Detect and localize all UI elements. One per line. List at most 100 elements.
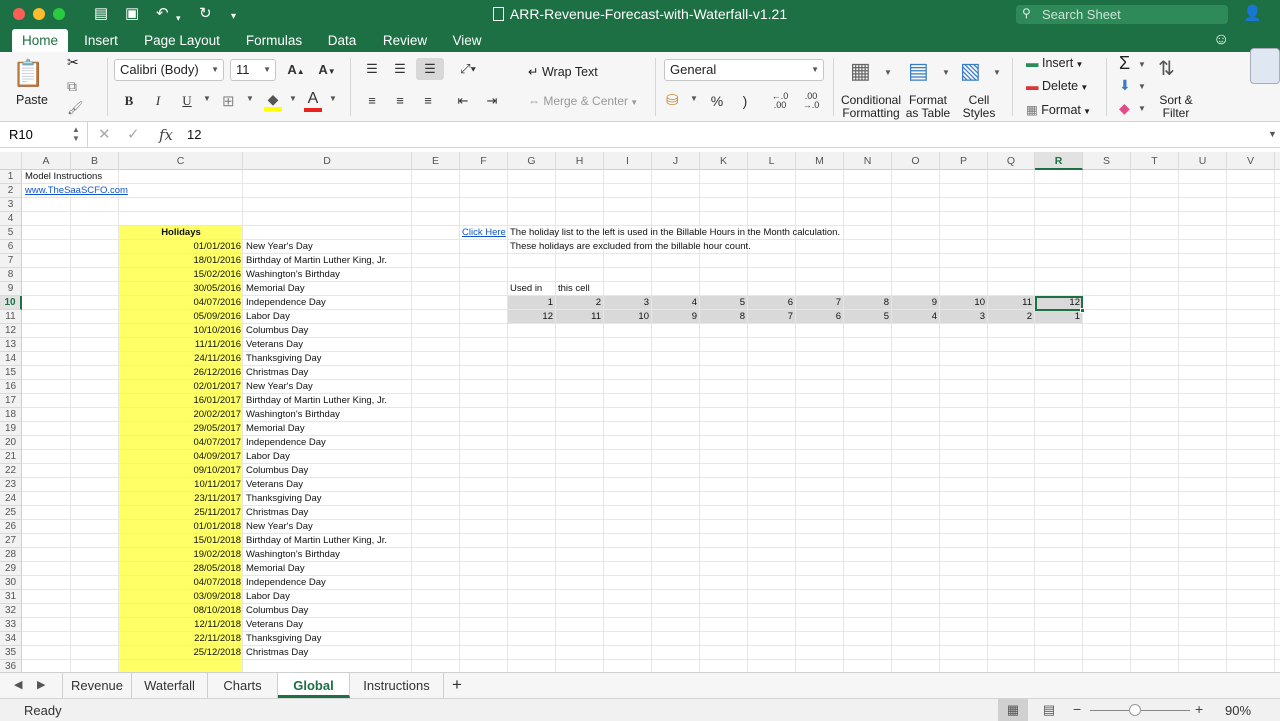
column-header-r[interactable]: R xyxy=(1035,152,1083,170)
row-header-18[interactable]: 18 xyxy=(0,408,22,422)
search-sheet-input[interactable] xyxy=(1042,6,1222,23)
month-reverse-cell[interactable]: 6 xyxy=(796,310,841,324)
column-header-l[interactable]: L xyxy=(748,152,796,170)
font-name-dropdown[interactable]: Calibri (Body) ▼ xyxy=(114,59,224,81)
expand-formula-bar-icon[interactable]: ▼ xyxy=(1268,129,1277,139)
month-reverse-cell[interactable]: 9 xyxy=(652,310,697,324)
percent-style-button[interactable]: % xyxy=(704,90,730,112)
month-number-cell[interactable]: 4 xyxy=(652,296,697,310)
increase-indent-icon[interactable]: ⇥ xyxy=(480,90,504,112)
cell-styles-button[interactable]: Cell Styles xyxy=(956,94,1002,120)
row-header-34[interactable]: 34 xyxy=(0,632,22,646)
decrease-indent-icon[interactable]: ⇤ xyxy=(451,90,475,112)
row-header-3[interactable]: 3 xyxy=(0,198,22,212)
clear-eraser-icon[interactable]: ◆ xyxy=(1119,100,1130,117)
month-reverse-cell[interactable]: 12 xyxy=(508,310,553,324)
tab-review[interactable]: Review xyxy=(378,29,432,52)
cancel-entry-icon[interactable]: ✕ xyxy=(98,125,111,143)
row-header-6[interactable]: 6 xyxy=(0,240,22,254)
select-all-corner[interactable] xyxy=(0,152,22,170)
website-link[interactable]: www.TheSaaSCFO.com xyxy=(25,184,128,198)
column-header-q[interactable]: Q xyxy=(988,152,1035,170)
conditional-formatting-icon[interactable]: ▦ xyxy=(850,58,871,84)
row-header-28[interactable]: 28 xyxy=(0,548,22,562)
autosum-icon[interactable]: Σ xyxy=(1119,53,1130,74)
chevron-down-icon[interactable]: ▼ xyxy=(1138,82,1146,91)
format-as-table-icon[interactable]: ▤ xyxy=(908,58,929,84)
column-header-f[interactable]: F xyxy=(460,152,508,170)
zoom-in-button[interactable]: + xyxy=(1195,701,1203,717)
row-header-26[interactable]: 26 xyxy=(0,520,22,534)
column-header-b[interactable]: B xyxy=(71,152,119,170)
align-right-icon[interactable]: ≡ xyxy=(416,90,440,112)
align-bottom-icon[interactable]: ☰ xyxy=(416,58,444,80)
row-header-12[interactable]: 12 xyxy=(0,324,22,338)
add-ins-icon[interactable] xyxy=(1250,48,1280,84)
font-color-icon[interactable]: A xyxy=(304,90,322,112)
previous-sheet-icon[interactable]: ◀ xyxy=(14,678,22,691)
feedback-smiley-icon[interactable]: ☺ xyxy=(1213,31,1229,49)
underline-button[interactable]: U xyxy=(175,90,199,112)
row-header-29[interactable]: 29 xyxy=(0,562,22,576)
tab-page-layout[interactable]: Page Layout xyxy=(140,29,224,52)
align-center-icon[interactable]: ≡ xyxy=(388,90,412,112)
column-header-s[interactable]: S xyxy=(1083,152,1131,170)
zoom-level[interactable]: 90% xyxy=(1225,703,1251,718)
insert-function-button[interactable]: fx xyxy=(159,126,173,144)
increase-decimal-icon[interactable]: ←.0.00 xyxy=(766,90,794,112)
row-header-8[interactable]: 8 xyxy=(0,268,22,282)
chevron-down-icon[interactable]: ▼ xyxy=(942,68,950,77)
row-header-22[interactable]: 22 xyxy=(0,464,22,478)
sheet-tab-instructions[interactable]: Instructions xyxy=(350,673,444,698)
sort-filter-button[interactable]: Sort & Filter xyxy=(1152,94,1200,120)
insert-cells-button[interactable]: ▬ Insert ▼ xyxy=(1026,56,1083,70)
confirm-entry-icon[interactable]: ✓ xyxy=(127,125,140,143)
format-painter-icon[interactable]: 🖌 xyxy=(67,100,84,116)
column-header-p[interactable]: P xyxy=(940,152,988,170)
cut-icon[interactable]: ✂ xyxy=(67,54,79,71)
month-reverse-cell[interactable]: 7 xyxy=(748,310,793,324)
month-reverse-cell[interactable]: 10 xyxy=(604,310,649,324)
merge-center-button[interactable]: ⇔ Merge & Center ▼ xyxy=(528,94,638,108)
chevron-down-icon[interactable]: ▼ xyxy=(993,68,1001,77)
chevron-down-icon[interactable]: ▼ xyxy=(1138,104,1146,113)
cell-styles-icon[interactable]: ▧ xyxy=(960,58,981,84)
chevron-down-icon[interactable]: ▼ xyxy=(1138,60,1146,69)
fill-down-icon[interactable]: ⬇ xyxy=(1119,77,1131,94)
column-header-k[interactable]: K xyxy=(700,152,748,170)
month-reverse-cell[interactable]: 3 xyxy=(940,310,985,324)
borders-icon[interactable]: ⊞ xyxy=(222,92,235,110)
month-reverse-cell[interactable]: 2 xyxy=(988,310,1032,324)
row-header-17[interactable]: 17 xyxy=(0,394,22,408)
delete-cells-button[interactable]: ▬ Delete ▼ xyxy=(1026,79,1088,93)
underline-dropdown-icon[interactable]: ▼ xyxy=(203,94,211,103)
add-sheet-button[interactable]: + xyxy=(452,675,462,695)
sheet-tab-revenue[interactable]: Revenue xyxy=(62,673,132,698)
zoom-out-button[interactable]: − xyxy=(1073,701,1081,717)
selected-cell-r10[interactable] xyxy=(1035,296,1083,311)
borders-dropdown-icon[interactable]: ▼ xyxy=(246,94,254,103)
format-as-table-button[interactable]: Format as Table xyxy=(902,94,954,120)
wrap-text-button[interactable]: ↵ Wrap Text xyxy=(528,64,598,79)
paste-button[interactable]: Paste xyxy=(16,93,48,107)
row-header-9[interactable]: 9 xyxy=(0,282,22,296)
row-header-20[interactable]: 20 xyxy=(0,436,22,450)
month-reverse-cell[interactable]: 11 xyxy=(556,310,601,324)
row-header-32[interactable]: 32 xyxy=(0,604,22,618)
format-cells-button[interactable]: ▦ Format ▼ xyxy=(1026,102,1091,117)
zoom-slider-knob[interactable] xyxy=(1129,704,1141,716)
accounting-dropdown-icon[interactable]: ▼ xyxy=(690,94,698,103)
month-number-cell[interactable]: 11 xyxy=(988,296,1032,310)
align-left-icon[interactable]: ≡ xyxy=(360,90,384,112)
month-number-cell[interactable]: 1 xyxy=(508,296,553,310)
search-sheet-box[interactable]: ⚲ xyxy=(1016,5,1228,24)
column-header-u[interactable]: U xyxy=(1179,152,1227,170)
decrease-font-button[interactable]: A▼ xyxy=(313,59,341,81)
row-header-30[interactable]: 30 xyxy=(0,576,22,590)
sheet-tab-charts[interactable]: Charts xyxy=(208,673,278,698)
month-reverse-cell[interactable]: 8 xyxy=(700,310,745,324)
row-header-16[interactable]: 16 xyxy=(0,380,22,394)
row-header-21[interactable]: 21 xyxy=(0,450,22,464)
month-number-cell[interactable]: 3 xyxy=(604,296,649,310)
align-top-icon[interactable]: ☰ xyxy=(360,58,384,80)
